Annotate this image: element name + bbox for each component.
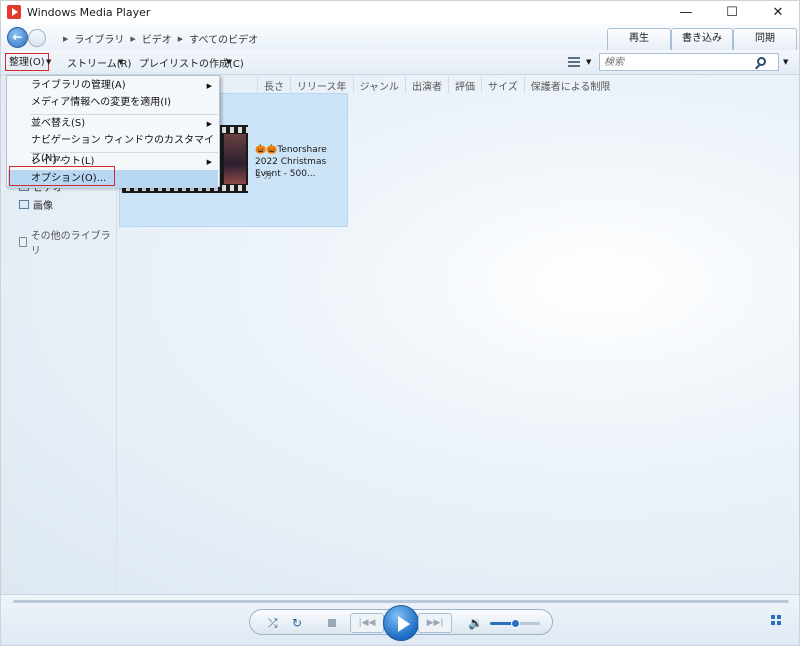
stop-icon[interactable] (328, 619, 336, 627)
video-duration: 3 分 (255, 171, 273, 181)
toolbar: 整理(O) ▼ ストリーム(R) ▼ プレイリストの作成(C) ▼ ▼ ▼ (0, 50, 800, 75)
forward-button[interactable] (28, 29, 46, 47)
chevron-right-icon: ▶ (130, 34, 136, 43)
breadcrumb-all-videos[interactable]: すべてのビデオ (189, 31, 258, 46)
column-headers: 長さ リリース年 ジャンル 出演者 評価 サイズ 保護者による制限 (257, 76, 616, 93)
grid-square (771, 615, 775, 619)
switch-to-now-playing-icon[interactable] (771, 615, 783, 627)
seek-bar[interactable] (13, 600, 789, 603)
tab-play[interactable]: 再生 (607, 28, 671, 50)
menu-item-sort[interactable]: 並べ替え(S) ▶ (8, 115, 218, 133)
shuffle-icon[interactable]: ⤮ (268, 616, 278, 631)
tab-burn[interactable]: 書き込み (671, 28, 733, 50)
play-button[interactable] (383, 605, 419, 641)
sidebar-item-other-libraries[interactable]: その他のライブラリ (19, 227, 116, 257)
submenu-arrow-icon: ▶ (206, 120, 212, 128)
menu-item-options[interactable]: オプション(O)... (8, 170, 218, 188)
menu-item-label: ライブラリの管理(A) (31, 80, 126, 91)
column-release-year[interactable]: リリース年 (290, 76, 353, 93)
chevron-down-icon[interactable]: ▼ (46, 58, 51, 66)
submenu-arrow-icon: ▶ (206, 82, 212, 90)
media-player-icon (7, 5, 21, 19)
menu-item-label: オプション(O)... (31, 173, 107, 184)
next-icon[interactable]: ▶▶| (418, 613, 452, 633)
menu-item-label: 並べ替え(S) (31, 118, 86, 129)
column-length[interactable]: 長さ (257, 76, 290, 93)
other-library-icon (19, 237, 27, 247)
sidebar-item-label: 画像 (33, 201, 53, 212)
chevron-down-icon[interactable]: ▼ (783, 58, 788, 66)
sidebar-item-label: その他のライブラリ (30, 231, 111, 257)
transport-controls: ⤮ ↻ |◀◀ ▶▶| 🔉 (249, 605, 553, 641)
menu-item-label: メディア情報への変更を適用(I) (31, 97, 172, 108)
column-rating[interactable]: 評価 (448, 76, 481, 93)
close-button[interactable]: ✕ (755, 1, 800, 25)
minimize-button[interactable]: — (663, 1, 709, 25)
volume-icon[interactable]: 🔉 (468, 616, 483, 630)
search-box[interactable] (599, 53, 779, 71)
chevron-down-icon[interactable]: ▼ (226, 58, 231, 66)
menu-item-manage-libraries[interactable]: ライブラリの管理(A) ▶ (8, 77, 218, 95)
grid-square (771, 621, 775, 625)
view-options-icon[interactable] (568, 57, 580, 67)
repeat-icon[interactable]: ↻ (292, 616, 302, 630)
grid-square (777, 621, 781, 625)
chevron-right-icon: ▶ (177, 34, 184, 43)
menu-item-layout[interactable]: レイアウト(L) ▶ (8, 153, 218, 171)
breadcrumb: ▶ ライブラリ ▶ ビデオ ▶ すべてのビデオ (63, 31, 258, 47)
back-button[interactable]: ← (7, 27, 28, 48)
volume-handle[interactable] (511, 619, 520, 628)
menu-item-customize-navigation[interactable]: ナビゲーション ウィンドウのカスタマイズ(N)... (8, 132, 218, 164)
title-bar: Windows Media Player — ☐ ✕ (0, 0, 800, 24)
menu-item-label: レイアウト(L) (31, 156, 95, 167)
picture-icon (19, 200, 29, 209)
grid-square (777, 615, 781, 619)
thumbnail-frame (224, 134, 246, 184)
volume-slider[interactable] (490, 619, 540, 628)
player-controls: ⤮ ↻ |◀◀ ▶▶| 🔉 (0, 594, 800, 646)
column-parental-rating[interactable]: 保護者による制限 (523, 76, 617, 93)
maximize-button[interactable]: ☐ (709, 1, 755, 25)
menu-item-apply-media-info[interactable]: メディア情報への変更を適用(I) (8, 94, 218, 112)
column-size[interactable]: サイズ (481, 76, 524, 93)
navigation-bar: ← ▶ ライブラリ ▶ ビデオ ▶ すべてのビデオ 再生 書き込み 同期 (0, 24, 800, 50)
chevron-down-icon[interactable]: ▼ (118, 58, 123, 66)
chevron-down-icon[interactable]: ▼ (586, 58, 591, 66)
search-icon[interactable] (757, 57, 766, 66)
chevron-right-icon: ▶ (63, 34, 69, 43)
sidebar-item-pictures[interactable]: 画像 (19, 197, 53, 212)
submenu-arrow-icon: ▶ (206, 158, 212, 166)
breadcrumb-video[interactable]: ビデオ (142, 31, 172, 46)
search-input[interactable] (604, 56, 749, 69)
window-title: Windows Media Player (27, 6, 151, 19)
organize-menu: ライブラリの管理(A) ▶ メディア情報への変更を適用(I) 並べ替え(S) ▶… (6, 75, 220, 188)
column-cast[interactable]: 出演者 (405, 76, 448, 93)
column-genre[interactable]: ジャンル (352, 76, 406, 93)
breadcrumb-library[interactable]: ライブラリ (74, 31, 124, 46)
organize-button[interactable]: 整理(O) (5, 53, 49, 71)
previous-icon[interactable]: |◀◀ (350, 613, 384, 633)
tab-sync[interactable]: 同期 (733, 28, 797, 50)
